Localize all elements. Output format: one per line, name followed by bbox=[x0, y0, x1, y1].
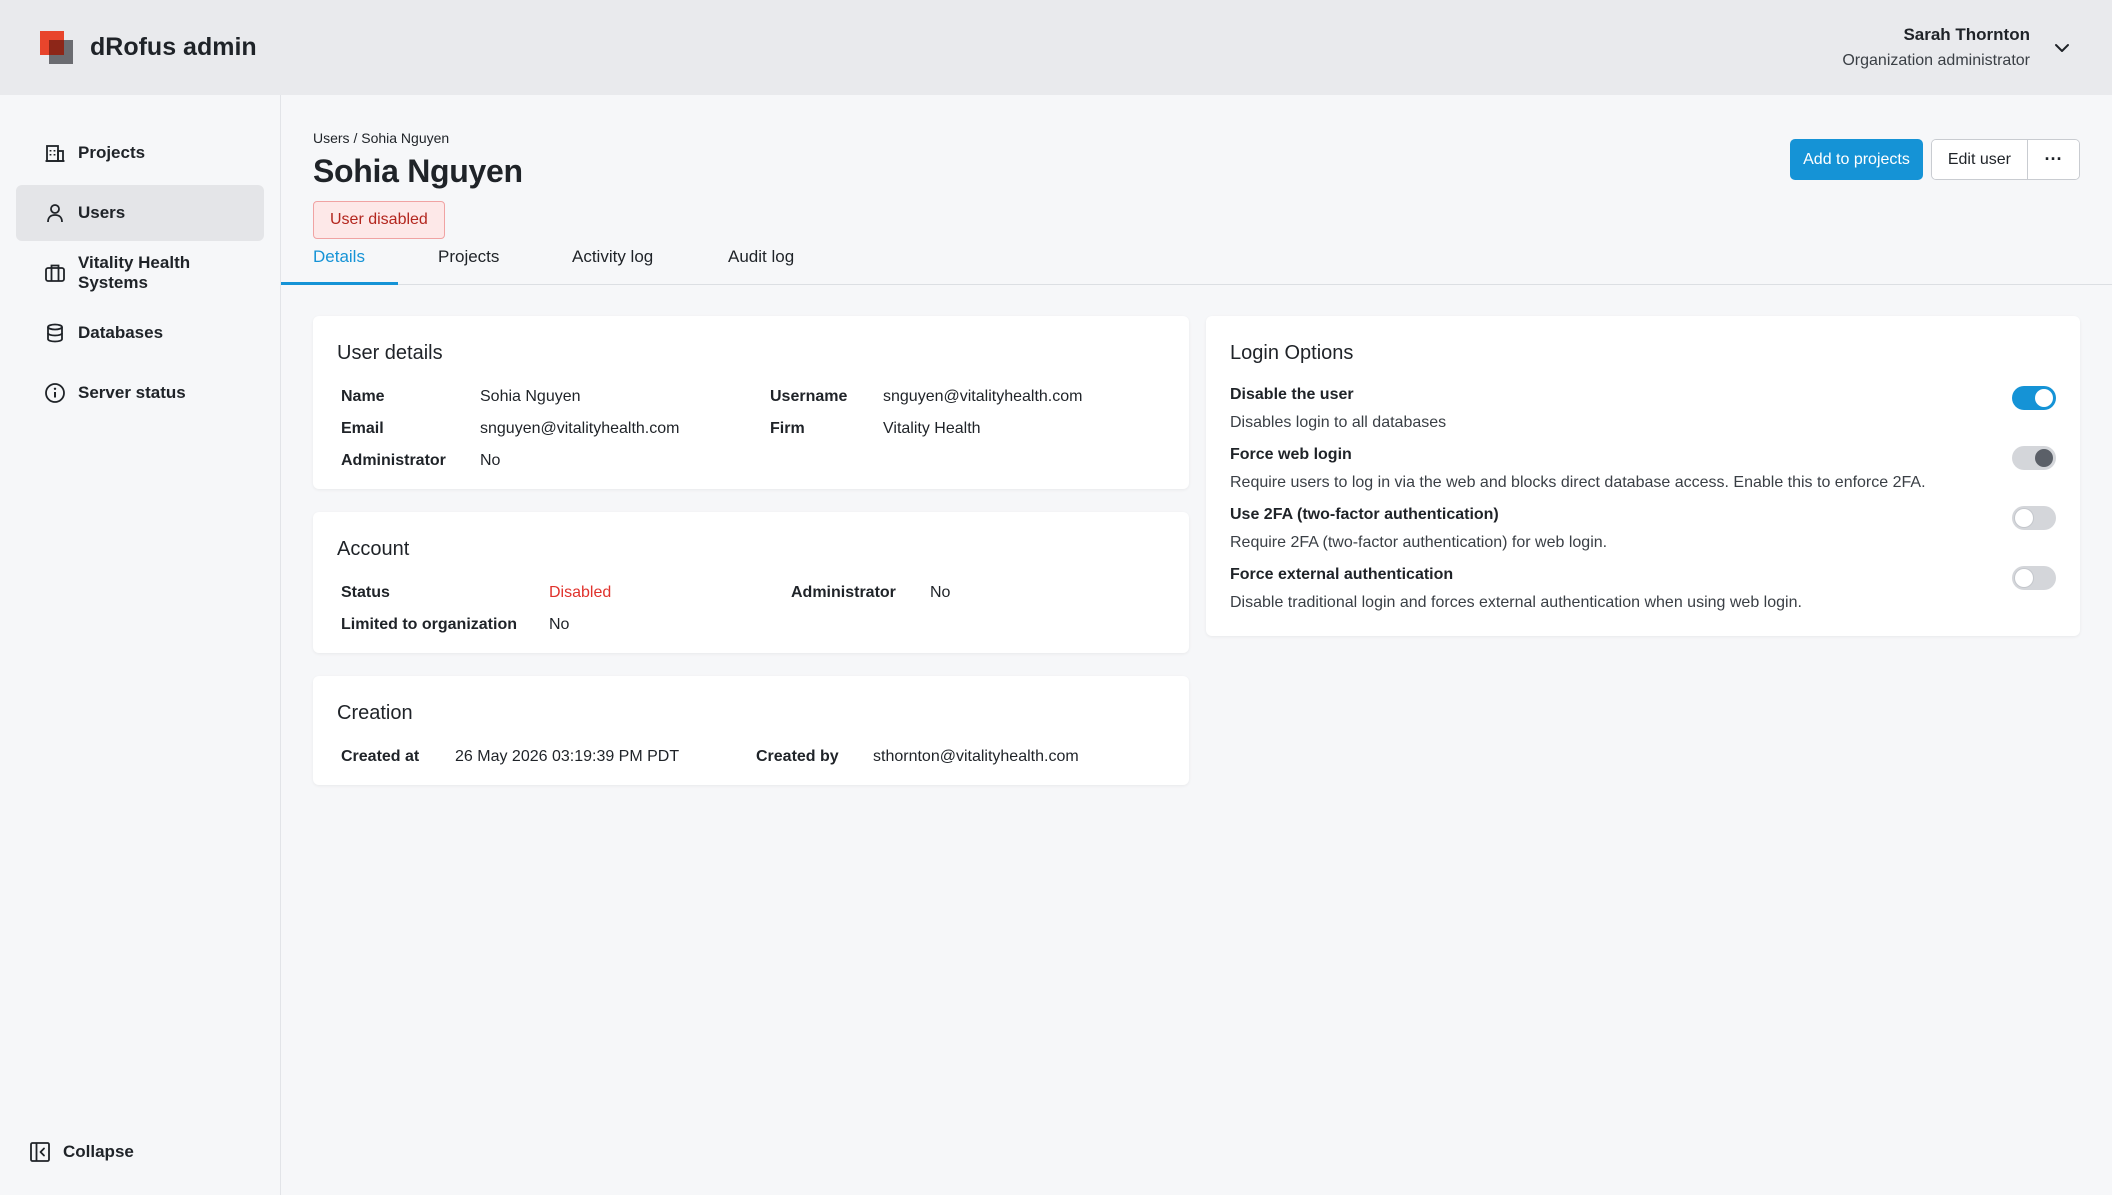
tab-audit-log[interactable]: Audit log bbox=[728, 247, 794, 285]
email-label: Email bbox=[341, 420, 384, 437]
name-value: Sohia Nguyen bbox=[480, 388, 581, 405]
limited-to-organization-value: No bbox=[549, 616, 570, 633]
login-options-card: Login Options Disable the user Disables … bbox=[1206, 316, 2080, 636]
user-role: Organization administrator bbox=[1842, 52, 2030, 69]
firm-value: Vitality Health bbox=[883, 420, 981, 437]
sidebar-item-label: Databases bbox=[78, 323, 164, 342]
edit-user-button[interactable]: Edit user bbox=[1931, 140, 2027, 179]
briefcase-icon bbox=[45, 264, 65, 282]
status-badge: User disabled bbox=[313, 201, 445, 239]
card-title: Creation bbox=[337, 702, 413, 724]
collapse-sidebar-icon bbox=[30, 1142, 50, 1162]
user-icon bbox=[47, 204, 63, 223]
database-icon bbox=[47, 323, 63, 343]
page-title: Sohia Nguyen bbox=[313, 153, 523, 189]
edit-button-group: Edit user ··· bbox=[1930, 139, 2080, 180]
force-web-login-toggle[interactable] bbox=[2012, 446, 2056, 470]
sidebar-item-projects[interactable]: Projects bbox=[16, 125, 264, 181]
status-value: Disabled bbox=[549, 584, 612, 601]
account-administrator-label: Administrator bbox=[791, 584, 896, 601]
card-title: User details bbox=[337, 342, 443, 364]
more-options-button[interactable]: ··· bbox=[2027, 140, 2079, 179]
sidebar-item-label: Projects bbox=[78, 143, 146, 162]
tab-activity-log[interactable]: Activity log bbox=[572, 247, 653, 285]
page-actions: Add to projects Edit user ··· bbox=[1790, 139, 2080, 180]
sidebar-item-databases[interactable]: Databases bbox=[16, 305, 264, 361]
username-label: Username bbox=[770, 388, 848, 405]
user-menu[interactable]: Sarah Thornton Organization administrato… bbox=[1842, 25, 2072, 70]
user-details-card: User details Name Sohia Nguyen Email sng… bbox=[313, 316, 1189, 489]
card-title: Account bbox=[337, 538, 410, 560]
account-administrator-value: No bbox=[930, 584, 951, 601]
building-icon bbox=[45, 145, 65, 162]
collapse-button[interactable]: Collapse bbox=[29, 1141, 134, 1163]
name-label: Name bbox=[341, 388, 385, 405]
sidebar-item-users[interactable]: Users bbox=[16, 185, 264, 241]
card-title: Login Options bbox=[1230, 342, 1354, 364]
top-bar: dRofus admin Sarah Thornton Organization… bbox=[0, 0, 2112, 95]
info-icon bbox=[45, 383, 65, 403]
drofus-logo bbox=[40, 31, 73, 64]
login-option-title: Force external authentication bbox=[1230, 566, 1454, 583]
created-by-label: Created by bbox=[756, 748, 839, 765]
add-to-projects-button[interactable]: Add to projects bbox=[1790, 139, 1923, 180]
user-name: Sarah Thornton bbox=[1903, 25, 2030, 44]
username-value: snguyen@vitalityhealth.com bbox=[883, 388, 1083, 405]
administrator-label: Administrator bbox=[341, 452, 446, 469]
sidebar-item-label: Vitality Health Systems bbox=[78, 253, 191, 292]
disable-user-toggle[interactable] bbox=[2012, 386, 2056, 410]
sidebar-item-label: Users bbox=[78, 203, 126, 222]
sidebar: Projects Users Vitality Health Systems D… bbox=[0, 95, 281, 1195]
collapse-label: Collapse bbox=[63, 1142, 134, 1161]
sidebar-nav: Projects Users Vitality Health Systems D… bbox=[0, 95, 280, 421]
limited-to-organization-label: Limited to organization bbox=[341, 616, 517, 633]
tab-projects[interactable]: Projects bbox=[438, 247, 499, 285]
force-external-auth-toggle[interactable] bbox=[2012, 566, 2056, 590]
sidebar-item-organization[interactable]: Vitality Health Systems bbox=[16, 245, 264, 301]
creation-card: Creation Created at 26 May 2026 03:19:39… bbox=[313, 676, 1189, 785]
tab-details[interactable]: Details bbox=[313, 247, 365, 285]
created-by-value: sthornton@vitalityhealth.com bbox=[873, 748, 1079, 765]
brand[interactable]: dRofus admin bbox=[40, 31, 257, 64]
login-option-description: Require 2FA (two-factor authentication) … bbox=[1230, 534, 1608, 551]
login-option-title: Use 2FA (two-factor authentication) bbox=[1230, 506, 1499, 523]
login-option-title: Force web login bbox=[1230, 446, 1352, 463]
sidebar-item-server-status[interactable]: Server status bbox=[16, 365, 264, 421]
login-option-title: Disable the user bbox=[1230, 386, 1354, 403]
login-option-description: Disable traditional login and forces ext… bbox=[1230, 594, 1802, 611]
email-value: snguyen@vitalityhealth.com bbox=[480, 420, 680, 437]
app-title: dRofus admin bbox=[90, 33, 257, 61]
use-2fa-toggle[interactable] bbox=[2012, 506, 2056, 530]
main-content: Users / Sohia Nguyen Sohia Nguyen User d… bbox=[281, 95, 2112, 1195]
tab-bar: Details Projects Activity log Audit log bbox=[281, 247, 2112, 285]
created-at-value: 26 May 2026 03:19:39 PM PDT bbox=[455, 748, 680, 765]
administrator-value: No bbox=[480, 452, 501, 469]
firm-label: Firm bbox=[770, 420, 805, 437]
created-at-label: Created at bbox=[341, 748, 420, 765]
login-option-description: Disables login to all databases bbox=[1230, 414, 1447, 431]
breadcrumb[interactable]: Users / Sohia Nguyen bbox=[313, 130, 449, 146]
status-label: Status bbox=[341, 584, 390, 601]
chevron-down-icon[interactable] bbox=[2052, 38, 2072, 58]
login-option-description: Require users to log in via the web and … bbox=[1230, 474, 1926, 491]
account-card: Account Status Disabled Limited to organ… bbox=[313, 512, 1189, 653]
sidebar-item-label: Server status bbox=[78, 383, 186, 402]
active-tab-indicator bbox=[281, 282, 398, 285]
